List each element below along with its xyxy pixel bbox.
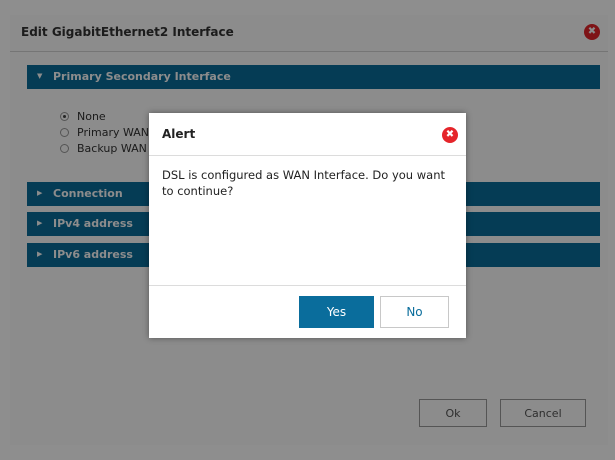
alert-dialog: Alert ✖ DSL is configured as WAN Interfa… — [149, 113, 466, 338]
alert-footer: Yes No — [149, 285, 466, 339]
alert-message: DSL is configured as WAN Interface. Do y… — [162, 168, 445, 198]
no-button[interactable]: No — [380, 296, 449, 328]
alert-title: Alert — [162, 127, 196, 141]
yes-button[interactable]: Yes — [299, 296, 374, 328]
alert-close-icon[interactable]: ✖ — [442, 127, 458, 143]
alert-header: Alert ✖ — [149, 113, 466, 156]
